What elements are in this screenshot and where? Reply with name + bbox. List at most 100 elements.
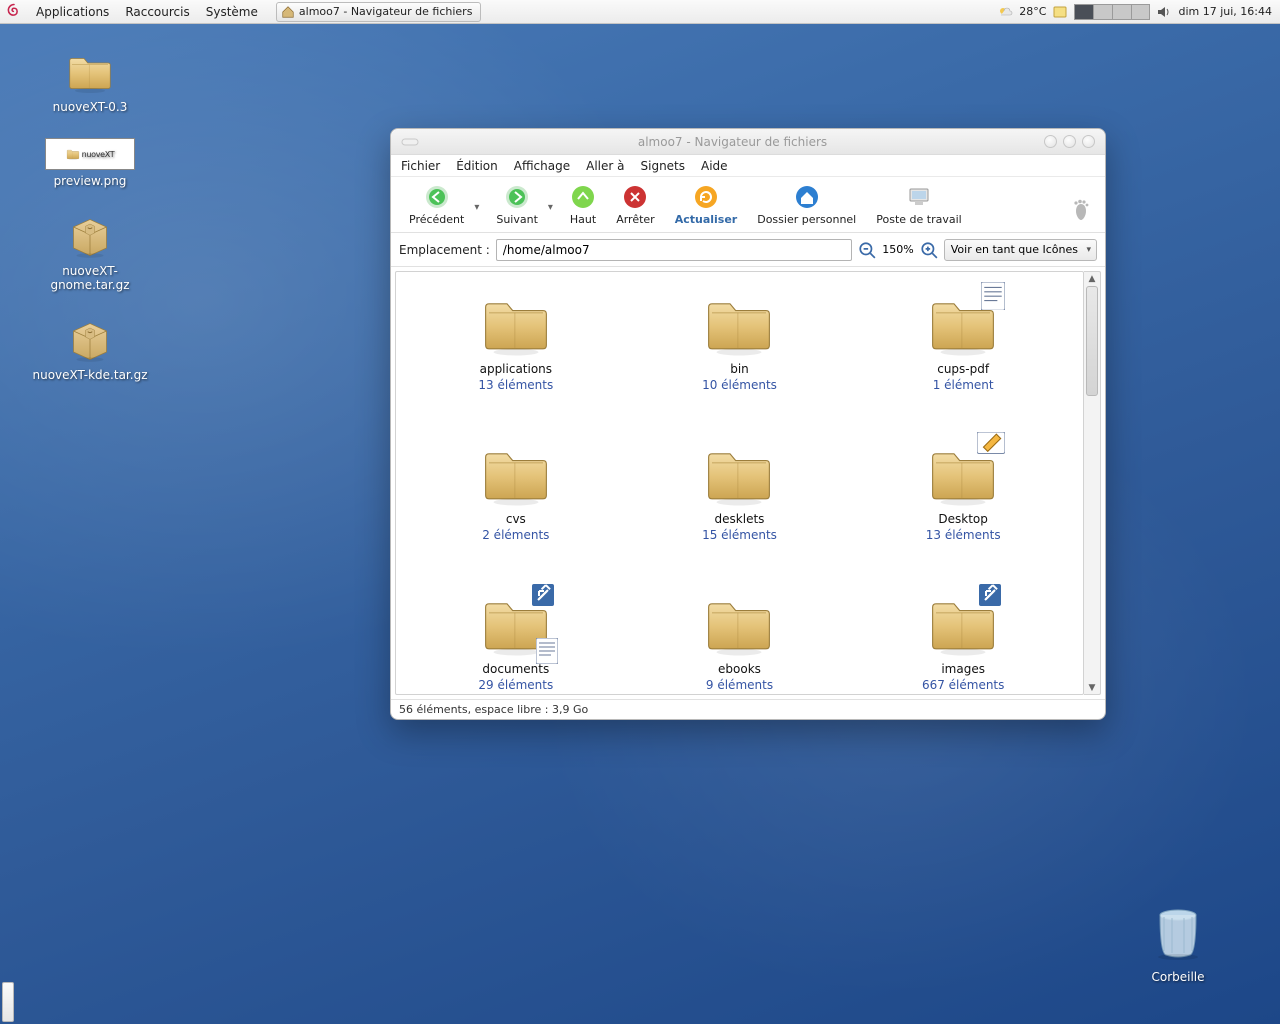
clock[interactable]: dim 17 jui, 16:44 bbox=[1178, 5, 1272, 18]
menu-affichage[interactable]: Affichage bbox=[514, 159, 570, 173]
file-name: applications bbox=[480, 362, 552, 376]
menu-aide[interactable]: Aide bbox=[701, 159, 728, 173]
package-icon bbox=[66, 212, 114, 260]
folder-icon bbox=[927, 588, 999, 660]
trash-label: Corbeille bbox=[1151, 970, 1204, 984]
folder-icon bbox=[66, 48, 114, 96]
file-item[interactable]: cvs 2 éléments bbox=[404, 438, 628, 588]
back-button[interactable]: Précédent bbox=[399, 182, 474, 228]
file-name: cups-pdf bbox=[937, 362, 989, 376]
scrollbar-thumb[interactable] bbox=[1086, 286, 1098, 396]
taskbar-window-button[interactable]: almoo7 - Navigateur de fichiers bbox=[276, 2, 482, 22]
zoom-out-button[interactable] bbox=[858, 241, 876, 259]
gnome-foot-icon bbox=[1067, 198, 1095, 226]
vertical-scrollbar[interactable]: ▲ ▼ bbox=[1084, 271, 1101, 695]
file-meta: 2 éléments bbox=[482, 528, 549, 542]
folder-icon bbox=[480, 438, 552, 510]
file-meta: 13 éléments bbox=[478, 378, 553, 392]
computer-button[interactable]: Poste de travail bbox=[866, 182, 971, 228]
stop-icon bbox=[622, 184, 648, 210]
file-name: cvs bbox=[506, 512, 526, 526]
menu-signets[interactable]: Signets bbox=[641, 159, 686, 173]
menu-allera[interactable]: Aller à bbox=[586, 159, 624, 173]
maximize-button[interactable] bbox=[1063, 135, 1076, 148]
minimize-button[interactable] bbox=[1044, 135, 1057, 148]
zoom-in-button[interactable] bbox=[920, 241, 938, 259]
bottom-panel-handle[interactable] bbox=[2, 982, 14, 1022]
desktop-icon-package[interactable]: nuoveXT-gnome.tar.gz bbox=[30, 212, 150, 292]
menu-fichier[interactable]: Fichier bbox=[401, 159, 440, 173]
zoom-percent: 150% bbox=[882, 243, 913, 256]
desktop-icon-package[interactable]: nuoveXT-kde.tar.gz bbox=[30, 316, 150, 382]
desktop-icon-folder[interactable]: nuoveXT-0.3 bbox=[30, 48, 150, 114]
volume-icon[interactable] bbox=[1156, 4, 1172, 20]
titlebar-pill-icon[interactable] bbox=[401, 136, 421, 148]
forward-dropdown[interactable]: ▾ bbox=[548, 196, 560, 213]
file-item[interactable]: cups-pdf 1 élément bbox=[851, 288, 1075, 438]
status-text: 56 éléments, espace libre : 3,9 Go bbox=[399, 703, 588, 716]
taskbar-window-label: almoo7 - Navigateur de fichiers bbox=[299, 5, 473, 18]
desktop-icon-image[interactable]: nuoveXT preview.png bbox=[30, 138, 150, 188]
desktop-icon-trash[interactable]: Corbeille bbox=[1146, 899, 1210, 984]
menu-applications[interactable]: Applications bbox=[28, 0, 117, 24]
menubar: Fichier Édition Affichage Aller à Signet… bbox=[391, 155, 1105, 177]
file-meta: 1 élément bbox=[933, 378, 994, 392]
folder-icon bbox=[480, 588, 552, 660]
file-meta: 13 éléments bbox=[926, 528, 1001, 542]
file-meta: 9 éléments bbox=[706, 678, 773, 692]
file-manager-window: almoo7 - Navigateur de fichiers Fichier … bbox=[390, 128, 1106, 720]
forward-button[interactable]: Suivant bbox=[486, 182, 548, 228]
file-item[interactable]: Desktop 13 éléments bbox=[851, 438, 1075, 588]
weather-icon[interactable] bbox=[997, 4, 1013, 20]
scroll-down-button[interactable]: ▼ bbox=[1084, 681, 1100, 694]
folder-icon bbox=[703, 288, 775, 360]
file-name: documents bbox=[482, 662, 549, 676]
computer-icon bbox=[906, 184, 932, 210]
view-mode-select[interactable]: Voir en tant que Icônes bbox=[944, 239, 1097, 261]
trash-icon bbox=[1146, 899, 1210, 966]
workspace-switcher[interactable] bbox=[1074, 4, 1150, 20]
location-input[interactable] bbox=[496, 239, 852, 261]
file-item[interactable]: bin 10 éléments bbox=[628, 288, 852, 438]
file-item[interactable]: applications 13 éléments bbox=[404, 288, 628, 438]
location-bar: Emplacement : 150% Voir en tant que Icôn… bbox=[391, 233, 1105, 267]
note-tray-icon[interactable] bbox=[1052, 4, 1068, 20]
file-item[interactable]: documents 29 éléments bbox=[404, 588, 628, 695]
file-meta: 29 éléments bbox=[478, 678, 553, 692]
desktop-icon-label: preview.png bbox=[54, 174, 127, 188]
file-name: desklets bbox=[715, 512, 765, 526]
folder-icon bbox=[480, 288, 552, 360]
file-name: ebooks bbox=[718, 662, 761, 676]
folder-icon bbox=[703, 588, 775, 660]
close-button[interactable] bbox=[1082, 135, 1095, 148]
toolbar: Précédent ▾ Suivant ▾ Haut Arrêter Actua… bbox=[391, 177, 1105, 233]
back-dropdown[interactable]: ▾ bbox=[474, 196, 486, 213]
menu-raccourcis[interactable]: Raccourcis bbox=[117, 0, 197, 24]
debian-logo-icon[interactable] bbox=[4, 2, 24, 22]
up-button[interactable]: Haut bbox=[560, 182, 606, 228]
file-name: Desktop bbox=[938, 512, 988, 526]
menu-edition[interactable]: Édition bbox=[456, 159, 498, 173]
file-meta: 10 éléments bbox=[702, 378, 777, 392]
window-title: almoo7 - Navigateur de fichiers bbox=[421, 135, 1044, 149]
stop-button[interactable]: Arrêter bbox=[606, 182, 665, 228]
reload-button[interactable]: Actualiser bbox=[665, 182, 748, 228]
file-item[interactable]: ebooks 9 éléments bbox=[628, 588, 852, 695]
menu-systeme[interactable]: Système bbox=[198, 0, 266, 24]
image-thumbnail-icon: nuoveXT bbox=[45, 138, 135, 170]
location-label: Emplacement : bbox=[399, 243, 490, 257]
file-item[interactable]: desklets 15 éléments bbox=[628, 438, 852, 588]
weather-temp: 28°C bbox=[1019, 5, 1046, 18]
scroll-up-button[interactable]: ▲ bbox=[1084, 272, 1100, 285]
file-meta: 667 éléments bbox=[922, 678, 1004, 692]
file-item[interactable]: images 667 éléments bbox=[851, 588, 1075, 695]
titlebar[interactable]: almoo7 - Navigateur de fichiers bbox=[391, 129, 1105, 155]
folder-icon bbox=[927, 438, 999, 510]
folder-icon bbox=[927, 288, 999, 360]
home-icon bbox=[794, 184, 820, 210]
icon-grid[interactable]: applications 13 éléments bin 10 éléments… bbox=[395, 271, 1084, 695]
home-button[interactable]: Dossier personnel bbox=[747, 182, 866, 228]
reload-icon bbox=[693, 184, 719, 210]
up-icon bbox=[570, 184, 596, 210]
statusbar: 56 éléments, espace libre : 3,9 Go bbox=[391, 699, 1105, 719]
